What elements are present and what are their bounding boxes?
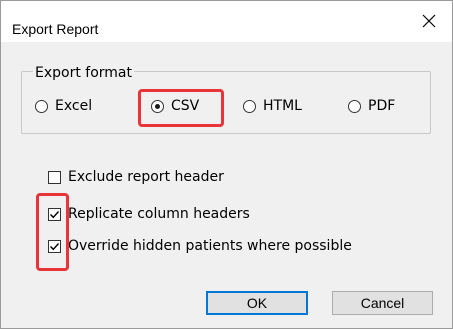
close-icon <box>422 14 436 28</box>
checkbox-replicate-column-headers[interactable]: Replicate column headers <box>48 204 250 224</box>
radio-button[interactable] <box>35 99 48 113</box>
radio-excel[interactable]: Excel <box>35 96 92 116</box>
checkbox-label: Replicate column headers <box>68 206 250 222</box>
title-bar: Export Report <box>1 1 452 42</box>
checkbox-label: Exclude report header <box>68 169 224 185</box>
cancel-button[interactable]: Cancel <box>332 291 433 315</box>
checkbox-exclude-report-header[interactable]: Exclude report header <box>48 167 224 187</box>
close-button[interactable] <box>406 1 452 41</box>
checkbox[interactable] <box>48 170 61 184</box>
radio-button[interactable] <box>348 99 361 113</box>
radio-label-csv: CSV <box>171 98 200 114</box>
radio-label-html: HTML <box>263 98 302 114</box>
radio-button[interactable] <box>151 99 164 113</box>
checkmark-icon <box>50 242 60 250</box>
checkbox-override-hidden-patients[interactable]: Override hidden patients where possible <box>48 236 352 256</box>
ok-button[interactable]: OK <box>206 291 308 315</box>
radio-label-excel: Excel <box>55 98 93 114</box>
checkbox-label: Override hidden patients where possible <box>68 238 352 254</box>
checkbox[interactable] <box>48 239 61 253</box>
dialog-title: Export Report <box>12 21 99 37</box>
checkbox[interactable] <box>48 207 61 221</box>
radio-html[interactable]: HTML <box>243 96 302 116</box>
export-report-dialog: Export Report Export format Excel CSV HT… <box>0 0 453 329</box>
radio-button[interactable] <box>243 99 256 113</box>
radio-pdf[interactable]: PDF <box>348 96 395 116</box>
radio-label-pdf: PDF <box>368 98 396 114</box>
export-format-legend: Export format <box>33 65 134 81</box>
radio-csv[interactable]: CSV <box>151 96 199 116</box>
checkmark-icon <box>50 210 60 218</box>
